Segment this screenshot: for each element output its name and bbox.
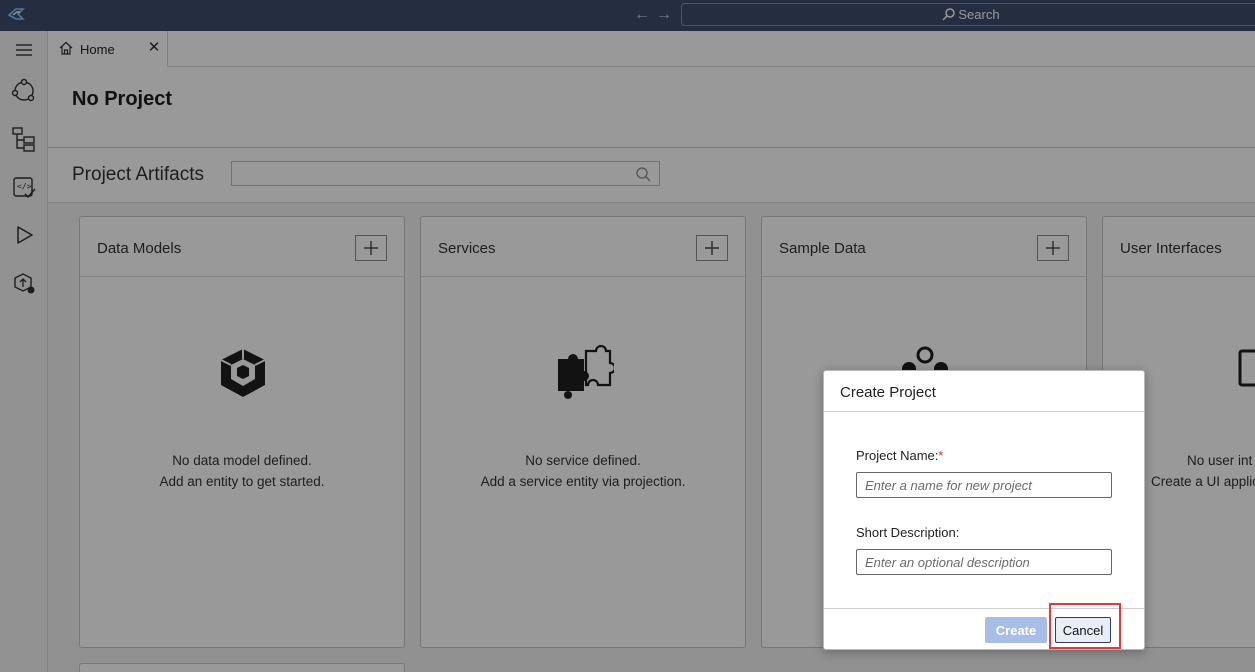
short-description-input[interactable] [856, 549, 1112, 575]
create-project-dialog: Create Project Project Name:* Short Desc… [823, 370, 1145, 650]
create-button[interactable]: Create [985, 617, 1047, 643]
project-name-label: Project Name:* [856, 448, 943, 463]
dialog-footer-divider [824, 608, 1144, 609]
dialog-title: Create Project [840, 384, 936, 401]
required-marker: * [938, 448, 944, 463]
project-name-label-text: Project Name: [856, 448, 939, 463]
short-description-label: Short Description: [856, 525, 960, 540]
cancel-button[interactable]: Cancel [1055, 617, 1111, 643]
dialog-header-divider [824, 411, 1144, 412]
project-name-input[interactable] [856, 472, 1112, 498]
